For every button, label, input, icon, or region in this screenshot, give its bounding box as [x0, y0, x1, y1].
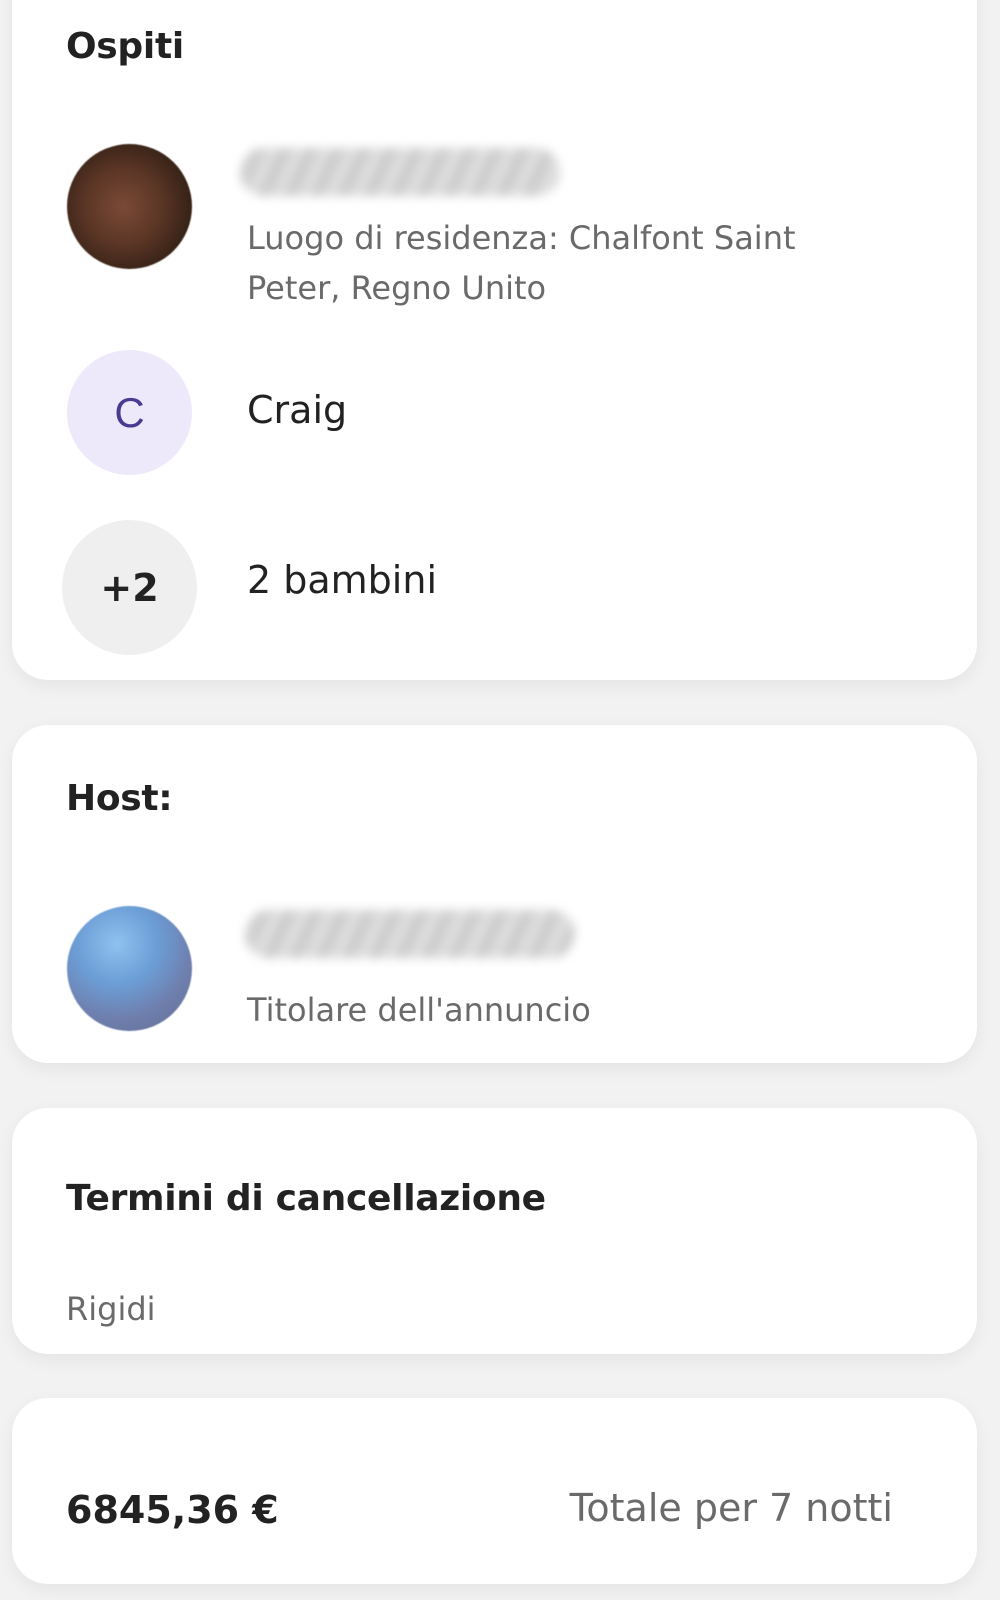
- total-label: Totale per 7 notti: [569, 1486, 893, 1530]
- cancellation-title: Termini di cancellazione: [66, 1178, 546, 1219]
- host-title: Host:: [66, 778, 173, 819]
- guest-avatar-count: +2: [62, 520, 197, 655]
- guest-avatar-letter[interactable]: C: [67, 350, 192, 475]
- total-price: 6845,36 €: [66, 1488, 279, 1532]
- guest-name-blurred: [240, 148, 560, 196]
- host-name-blurred: [245, 910, 575, 958]
- host-role: Titolare dell'annuncio: [247, 991, 591, 1029]
- host-avatar-photo[interactable]: [67, 906, 192, 1031]
- cancellation-value: Rigidi: [66, 1290, 156, 1328]
- avatar-count-text: +2: [100, 565, 159, 610]
- avatar-letter-text: C: [114, 388, 145, 436]
- guests-title: Ospiti: [66, 26, 184, 67]
- guest-avatar-photo[interactable]: [67, 144, 192, 269]
- guest-name: Craig: [247, 388, 348, 432]
- children-count: 2 bambini: [247, 558, 437, 602]
- guest-residence: Luogo di residenza: Chalfont Saint Peter…: [247, 219, 796, 307]
- cancellation-card[interactable]: [12, 1108, 977, 1354]
